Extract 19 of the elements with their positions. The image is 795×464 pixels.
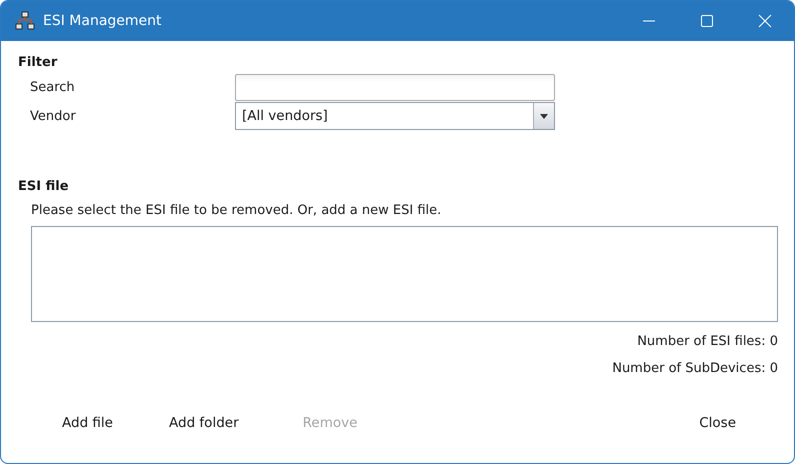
- count-label: Number of SubDevices: 0: [612, 361, 778, 376]
- maximize-icon: [700, 14, 714, 28]
- action-button[interactable]: Close: [691, 409, 744, 437]
- section-heading: Filter: [18, 55, 58, 70]
- instruction-text: Please select the ESI file to be removed. Or, add a new ESI file.: [31, 203, 442, 218]
- action-button[interactable]: Add folder: [161, 409, 247, 437]
- search-field[interactable]: [235, 74, 555, 101]
- count-label: Number of ESI files: 0: [637, 334, 778, 349]
- caret-icon: [540, 114, 548, 118]
- network-nodes-icon: [15, 11, 35, 31]
- vendor-dropdown[interactable]: [All vendors]: [235, 102, 555, 130]
- field-label: Vendor: [30, 108, 77, 124]
- action-button[interactable]: Add file: [54, 409, 121, 437]
- field-label: Search: [30, 80, 76, 95]
- section-heading: ESI file: [18, 179, 70, 194]
- window-title: ESI Management: [43, 13, 163, 29]
- minimize-icon: [642, 20, 656, 22]
- esi-file-list[interactable]: [31, 226, 778, 322]
- close-icon: [758, 14, 772, 28]
